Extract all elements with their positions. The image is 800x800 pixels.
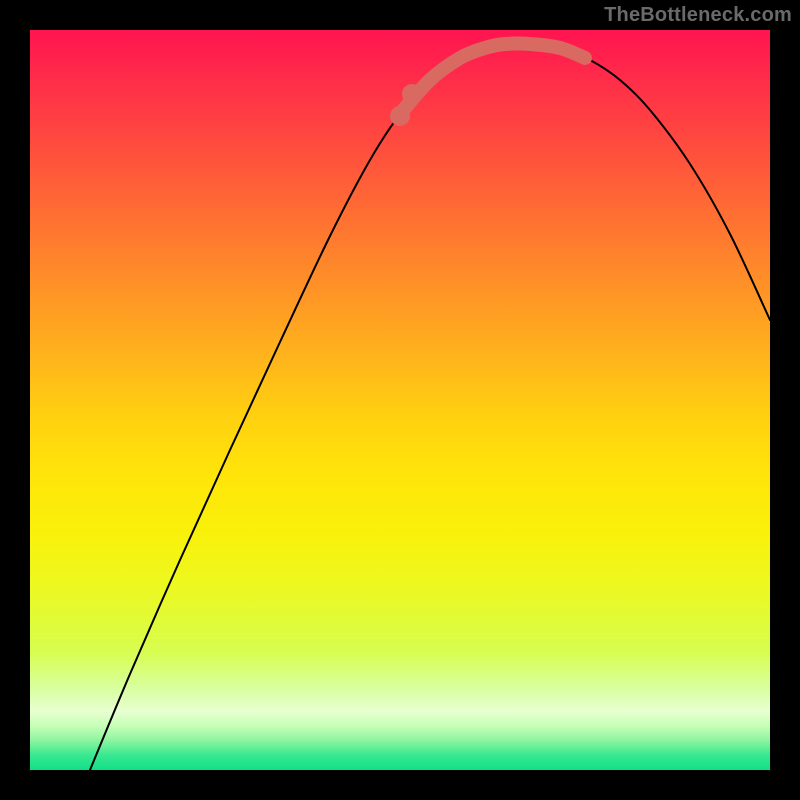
bottleneck-curve (90, 44, 770, 771)
optimal-marker (402, 84, 422, 104)
plot-area (30, 30, 770, 770)
chart-svg (30, 30, 770, 770)
chart-frame: TheBottleneck.com (0, 0, 800, 800)
optimal-zone-highlight (400, 44, 585, 115)
watermark-text: TheBottleneck.com (604, 4, 792, 27)
optimal-marker (390, 106, 410, 126)
